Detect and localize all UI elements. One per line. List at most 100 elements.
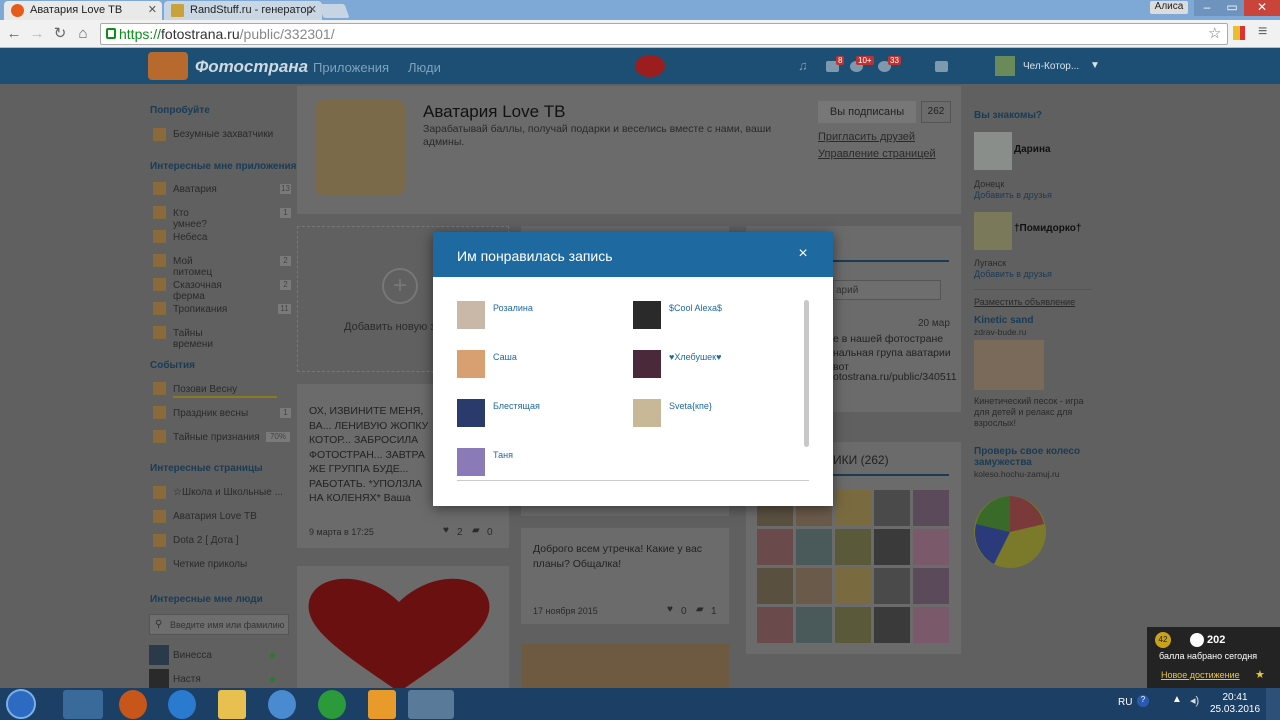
likes-count[interactable]: 2	[457, 527, 463, 538]
liker-item[interactable]: Розалина	[457, 301, 627, 331]
ad-title[interactable]: Kinetic sand	[974, 315, 1033, 326]
avatar[interactable]	[633, 350, 661, 378]
chevron-down-icon[interactable]: ▼	[1090, 60, 1100, 71]
page-item[interactable]: Dota 2 [ Дота ]	[173, 535, 239, 546]
member-avatar[interactable]	[757, 607, 793, 643]
close-icon[interactable]: ×	[793, 245, 813, 263]
wheel-image[interactable]	[974, 484, 1046, 580]
avatar[interactable]	[974, 212, 1012, 250]
points-notification[interactable]: 42 202 балла набрано сегодня Новое дости…	[1147, 627, 1280, 688]
member-avatar[interactable]	[874, 607, 910, 643]
music-icon[interactable]: ♫	[798, 58, 811, 73]
member-avatar[interactable]	[913, 490, 949, 526]
heart-icon[interactable]: ♥	[443, 525, 449, 536]
member-avatar[interactable]	[835, 490, 871, 526]
maximize-button[interactable]: ▭	[1220, 0, 1244, 16]
app-item[interactable]: Тропикания	[173, 304, 227, 315]
event-item[interactable]: Позови Весну	[173, 384, 237, 395]
ad-image[interactable]	[974, 340, 1044, 390]
liker-name[interactable]: Розалина	[493, 303, 533, 313]
avatar[interactable]	[457, 448, 485, 476]
app-item[interactable]: Тайны времени	[173, 328, 213, 350]
post-photo[interactable]	[521, 644, 729, 688]
member-avatar[interactable]	[757, 568, 793, 604]
member-avatar[interactable]	[913, 607, 949, 643]
liker-item[interactable]: Таня	[457, 448, 627, 478]
heart-image[interactable]	[304, 574, 494, 688]
address-bar[interactable]: https://fotostrana.ru/public/332301/	[100, 23, 1228, 45]
member-avatar[interactable]	[913, 568, 949, 604]
liker-name[interactable]: $Cool Alexa$	[669, 303, 722, 313]
liker-name[interactable]: ♥Хлебушек♥	[669, 352, 721, 362]
folder-taskbar-icon[interactable]	[218, 690, 246, 719]
comments-count[interactable]: 0	[487, 527, 493, 538]
member-avatar[interactable]	[796, 529, 832, 565]
liker-item[interactable]: $Cool Alexa$	[633, 301, 803, 331]
app-item[interactable]: Аватария	[173, 184, 217, 195]
tab-randstuff[interactable]: RandStuff.ru - генератор ✕	[164, 1, 322, 20]
utorrent-taskbar-icon[interactable]	[318, 690, 346, 719]
clock[interactable]: 20:41 25.03.2016	[1210, 692, 1260, 716]
member-avatar[interactable]	[835, 607, 871, 643]
try-item[interactable]: Безумные захватчики	[173, 129, 273, 140]
place-ad-link[interactable]: Разместить объявление	[974, 297, 1075, 307]
member-avatar[interactable]	[757, 529, 793, 565]
volume-icon[interactable]: ◂)	[1190, 694, 1199, 707]
heart-icon[interactable]: ♥	[667, 604, 673, 615]
forward-icon[interactable]: →	[28, 25, 46, 43]
home-icon[interactable]: ⌂	[74, 25, 92, 43]
browser-profile-button[interactable]: Алиса	[1150, 1, 1188, 14]
tab-active[interactable]: Аватария Love ТВ ✕	[4, 1, 162, 20]
windows-start-icon[interactable]	[6, 689, 36, 719]
comment-icon[interactable]: ▰	[696, 604, 704, 615]
app-item[interactable]: Небеса	[173, 232, 207, 243]
post-link[interactable]: otostrana.ru/public/340511	[833, 371, 957, 383]
modal-scrollbar[interactable]	[804, 300, 809, 447]
chrome-taskbar-icon[interactable]	[408, 690, 454, 719]
explorer-taskbar-icon[interactable]	[63, 690, 103, 719]
achievement-link[interactable]: Новое достижение	[1161, 670, 1240, 680]
comment-input[interactable]: арий	[833, 280, 941, 300]
avatar[interactable]	[633, 399, 661, 427]
avast-taskbar-icon[interactable]	[368, 690, 396, 719]
extension-icon[interactable]	[1233, 26, 1245, 40]
language-indicator[interactable]: RU	[1118, 697, 1132, 708]
people-search-input[interactable]: ⚲ Введите имя или фамилию	[149, 614, 289, 635]
page-item[interactable]: ☆Школа и Школьные ...	[173, 487, 283, 498]
person-item[interactable]: Винесса	[173, 650, 212, 661]
avatar[interactable]	[149, 669, 169, 688]
avatar[interactable]	[457, 399, 485, 427]
event-item[interactable]: Тайные признания	[173, 432, 260, 443]
avatar[interactable]	[974, 132, 1012, 170]
user-name[interactable]: Чел-Котор...	[1023, 61, 1079, 72]
liker-name[interactable]: Таня	[493, 450, 513, 460]
ad-title[interactable]: Проверь свое колесо замужества	[974, 446, 1084, 468]
globe-taskbar-icon[interactable]	[268, 690, 296, 719]
firefox-taskbar-icon[interactable]	[119, 690, 147, 719]
liker-item[interactable]: ♥Хлебушек♥	[633, 350, 803, 380]
bookmark-star-icon[interactable]: ☆	[1208, 24, 1221, 42]
liker-item[interactable]: Саша	[457, 350, 627, 380]
page-item[interactable]: Аватария Love ТВ	[173, 511, 257, 522]
subscribed-button[interactable]: Вы подписаны	[818, 101, 916, 123]
page-item[interactable]: Четкие приколы	[173, 559, 247, 570]
person-name[interactable]: Дарина	[1014, 144, 1051, 155]
member-avatar[interactable]	[796, 607, 832, 643]
comment-icon[interactable]: ▰	[472, 525, 480, 536]
close-window-button[interactable]: ✕	[1244, 0, 1280, 16]
help-icon[interactable]: ?	[1137, 695, 1149, 707]
liker-name[interactable]: Sveta{кпе}	[669, 401, 712, 411]
member-avatar[interactable]	[874, 568, 910, 604]
member-avatar[interactable]	[874, 490, 910, 526]
new-tab-button[interactable]	[318, 4, 350, 18]
show-desktop-button[interactable]	[1266, 688, 1280, 720]
liker-name[interactable]: Саша	[493, 352, 517, 362]
liker-item[interactable]: Sveta{кпе}	[633, 399, 803, 429]
app-item[interactable]: Кто умнее?	[173, 208, 207, 230]
avatar[interactable]	[149, 645, 169, 665]
site-logo[interactable]: Фотострана	[195, 57, 308, 77]
ie-taskbar-icon[interactable]	[168, 690, 196, 719]
reload-icon[interactable]: ↻	[51, 25, 69, 43]
invite-friends-link[interactable]: Пригласить друзей	[818, 131, 915, 143]
comments-count[interactable]: 1	[711, 606, 717, 617]
